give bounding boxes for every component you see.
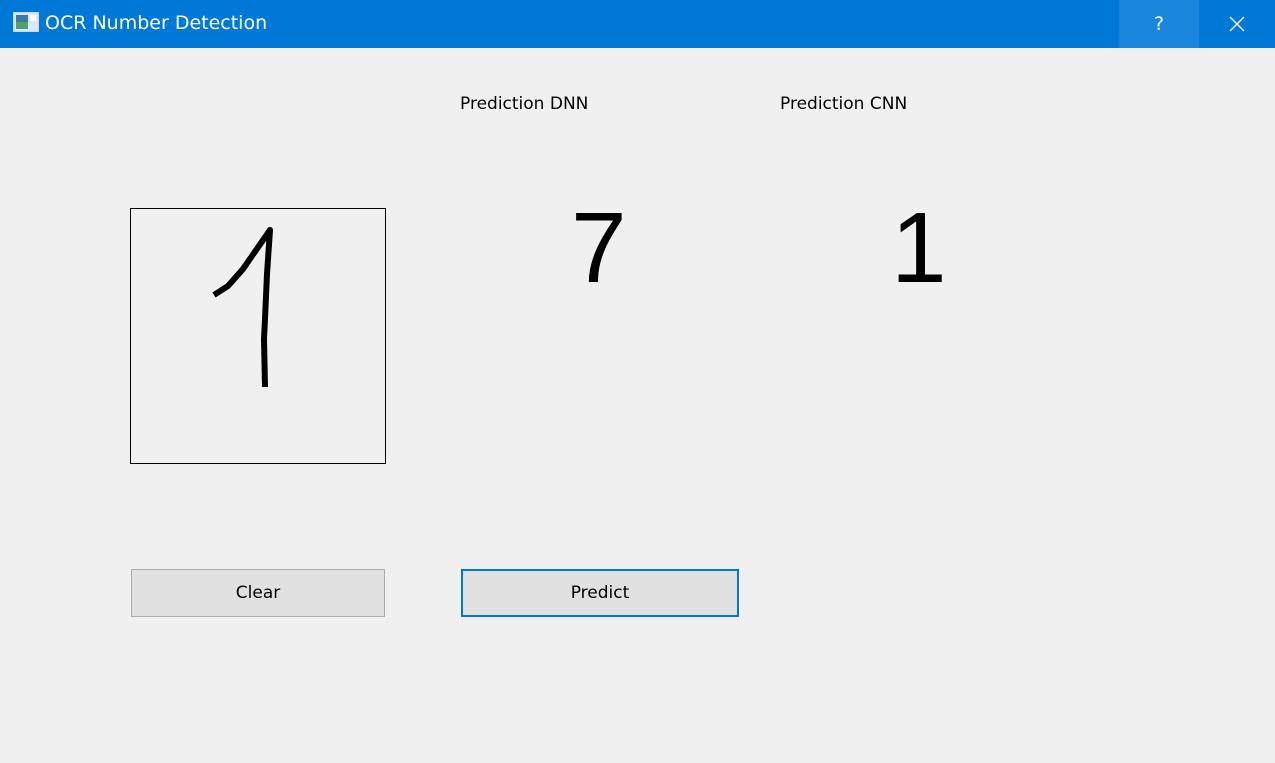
close-icon: [1229, 16, 1245, 32]
prediction-dnn-label: Prediction DNN: [460, 94, 589, 114]
prediction-dnn-value: 7: [571, 192, 627, 304]
app-icon: [13, 12, 39, 32]
clear-button-label: Clear: [235, 583, 281, 603]
window-title: OCR Number Detection: [45, 12, 268, 34]
drawing-canvas[interactable]: [130, 208, 386, 464]
title-bar: OCR Number Detection ?: [0, 0, 1275, 48]
predict-button-label: Predict: [570, 583, 630, 603]
predict-button[interactable]: Predict: [461, 569, 739, 617]
help-icon: ?: [1153, 13, 1165, 35]
prediction-cnn-value: 1: [891, 192, 947, 304]
prediction-cnn-label: Prediction CNN: [780, 94, 908, 114]
help-button[interactable]: ?: [1119, 0, 1199, 48]
close-button[interactable]: [1199, 0, 1275, 48]
handwritten-stroke: [212, 227, 273, 388]
app-window: OCR Number Detection ? Prediction DNN Pr…: [0, 0, 1275, 763]
clear-button[interactable]: Clear: [131, 569, 385, 617]
